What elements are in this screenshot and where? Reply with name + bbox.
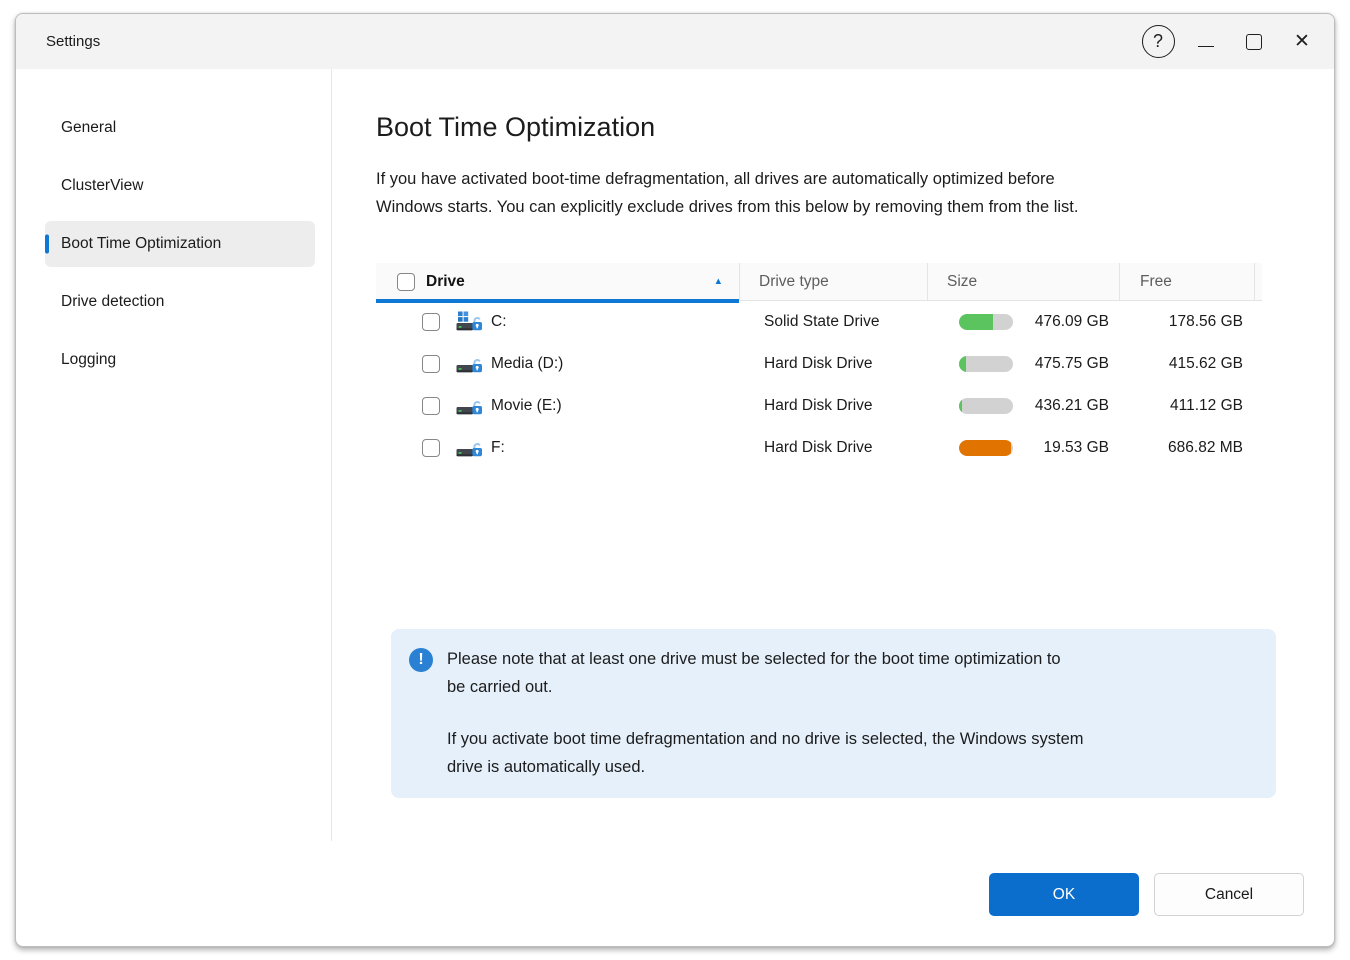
capacity-bar [959, 356, 1013, 372]
capacity-bar [959, 314, 1013, 330]
ok-button[interactable]: OK [989, 873, 1139, 916]
drive-free: 415.62 GB [1119, 343, 1254, 385]
help-button[interactable]: ? [1134, 14, 1182, 69]
selected-accent-pill [45, 235, 49, 254]
drive-icon [455, 395, 483, 418]
capacity-bar [959, 398, 1013, 414]
drive-size: 476.09 GB [1013, 313, 1119, 331]
drive-free: 686.82 MB [1119, 427, 1254, 469]
cancel-button[interactable]: Cancel [1154, 873, 1304, 916]
content-pane: Boot Time Optimization If you have activ… [332, 69, 1334, 841]
column-header-size-label: Size [947, 273, 977, 291]
select-all-checkbox[interactable] [397, 273, 415, 291]
drive-checkbox[interactable] [422, 313, 440, 331]
column-header-size[interactable]: Size [927, 263, 1119, 300]
sidebar-item-clusterview[interactable]: ClusterView [45, 163, 315, 209]
window-controls: ? ✕ [1134, 14, 1334, 69]
info-icon: ! [409, 648, 433, 672]
table-row[interactable]: Movie (E:) Hard Disk Drive 436.21 GB 411… [376, 385, 1262, 427]
drive-free: 178.56 GB [1119, 301, 1254, 343]
column-header-drive-type[interactable]: Drive type [739, 263, 927, 300]
capacity-bar-fill [959, 356, 966, 372]
sort-ascending-icon: ▲ [714, 276, 723, 287]
sidebar-item-logging[interactable]: Logging [45, 337, 315, 383]
drive-icon [455, 353, 483, 376]
capacity-bar-fill [959, 440, 1011, 456]
capacity-bar-fill [959, 314, 993, 330]
table-row[interactable]: Media (D:) Hard Disk Drive 475.75 GB 415… [376, 343, 1262, 385]
window-title: Settings [46, 33, 100, 50]
drive-size: 475.75 GB [1013, 355, 1119, 373]
sidebar-item-label: Drive detection [61, 293, 164, 311]
drive-type: Hard Disk Drive [739, 427, 927, 469]
drive-checkbox[interactable] [422, 355, 440, 373]
drive-free: 411.12 GB [1119, 385, 1254, 427]
capacity-bar [959, 440, 1013, 456]
sidebar-item-label: General [61, 119, 116, 137]
drive-icon [455, 311, 483, 334]
column-header-free-label: Free [1140, 273, 1172, 291]
sidebar-item-boot-time-optimization[interactable]: Boot Time Optimization [45, 221, 315, 267]
settings-window: Settings ? ✕ General ClusterView Boot Ti… [15, 13, 1335, 947]
drive-table: Drive ▲ Drive type Size Free [376, 263, 1262, 469]
info-paragraph-1: Please note that at least one drive must… [447, 646, 1236, 701]
column-header-drive[interactable]: Drive ▲ [376, 263, 739, 300]
titlebar: Settings ? ✕ [16, 14, 1334, 69]
drive-name: F: [491, 439, 505, 457]
info-box: ! Please note that at least one drive mu… [391, 629, 1276, 798]
drive-size: 436.21 GB [1013, 397, 1119, 415]
sidebar: General ClusterView Boot Time Optimizati… [16, 69, 332, 841]
drive-icon [455, 437, 483, 460]
close-button[interactable]: ✕ [1278, 14, 1326, 69]
table-row[interactable]: C: Solid State Drive 476.09 GB 178.56 GB [376, 301, 1262, 343]
drive-name: Media (D:) [491, 355, 563, 373]
drive-checkbox[interactable] [422, 439, 440, 457]
drive-type: Hard Disk Drive [739, 385, 927, 427]
drive-size: 19.53 GB [1013, 439, 1119, 457]
drive-name: C: [491, 313, 507, 331]
minimize-icon [1198, 46, 1214, 47]
close-icon: ✕ [1294, 30, 1310, 53]
info-paragraph-2: If you activate boot time defragmentatio… [447, 726, 1236, 781]
page-description: If you have activated boot-time defragme… [376, 165, 1334, 221]
column-header-drive-label: Drive [426, 273, 465, 291]
page-title: Boot Time Optimization [376, 109, 1334, 145]
windows-logo-icon [458, 311, 468, 321]
column-header-stub [1254, 263, 1262, 300]
maximize-button[interactable] [1230, 14, 1278, 69]
column-header-free[interactable]: Free [1119, 263, 1254, 300]
drive-checkbox[interactable] [422, 397, 440, 415]
sidebar-item-label: Logging [61, 351, 116, 369]
drive-type: Hard Disk Drive [739, 343, 927, 385]
help-icon: ? [1142, 25, 1175, 58]
sidebar-item-label: ClusterView [61, 177, 143, 195]
sidebar-item-drive-detection[interactable]: Drive detection [45, 279, 315, 325]
sidebar-item-label: Boot Time Optimization [61, 235, 221, 253]
drive-name: Movie (E:) [491, 397, 562, 415]
minimize-button[interactable] [1182, 14, 1230, 69]
capacity-bar-fill [959, 398, 962, 414]
drive-type: Solid State Drive [739, 301, 927, 343]
table-header: Drive ▲ Drive type Size Free [376, 263, 1262, 301]
maximize-icon [1246, 34, 1262, 50]
sidebar-item-general[interactable]: General [45, 105, 315, 151]
column-header-drive-type-label: Drive type [759, 273, 829, 291]
footer: OK Cancel [16, 841, 1334, 946]
sorted-column-underline [376, 299, 739, 303]
drive-table-body: C: Solid State Drive 476.09 GB 178.56 GB [376, 301, 1262, 469]
table-row[interactable]: F: Hard Disk Drive 19.53 GB 686.82 MB [376, 427, 1262, 469]
